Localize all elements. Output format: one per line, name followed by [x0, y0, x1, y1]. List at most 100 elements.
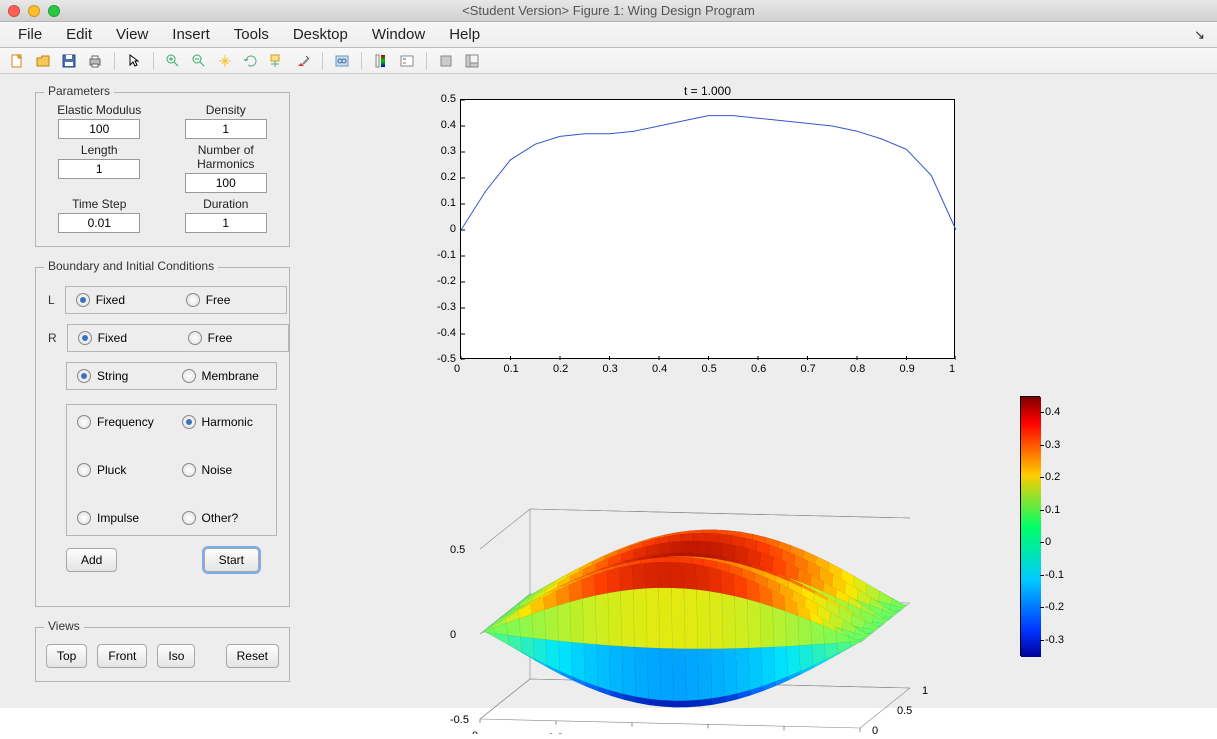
start-button[interactable]: Start — [204, 548, 259, 572]
zoom-in-icon[interactable] — [162, 51, 184, 71]
ytick: 0.3 — [430, 145, 456, 157]
plot-time-title: t = 1.000 — [460, 84, 955, 98]
workspace: Parameters Elastic Modulus Density Lengt… — [0, 74, 1217, 708]
right-free-option[interactable]: Free — [188, 331, 278, 345]
zoom-out-icon[interactable] — [188, 51, 210, 71]
svg-text:0: 0 — [872, 725, 878, 734]
duration-input[interactable] — [185, 213, 267, 233]
frequency-option[interactable]: Frequency — [77, 415, 162, 429]
add-button[interactable]: Add — [66, 548, 117, 572]
new-file-icon[interactable] — [6, 51, 28, 71]
xtick: 0.8 — [850, 363, 865, 375]
colorbar-tick: 0.4 — [1045, 406, 1060, 418]
right-boundary-group: Fixed Free — [67, 324, 289, 352]
line-plot-svg — [461, 100, 956, 360]
close-icon[interactable] — [8, 5, 20, 17]
colorbar-tick: 0.2 — [1045, 471, 1060, 483]
top-button[interactable]: Top — [46, 644, 87, 668]
svg-text:0.5: 0.5 — [450, 544, 465, 556]
parameters-panel: Parameters Elastic Modulus Density Lengt… — [35, 92, 290, 247]
line-plot — [460, 99, 955, 359]
left-boundary-group: Fixed Free — [65, 286, 287, 314]
type-group: String Membrane — [66, 362, 277, 390]
menu-tools[interactable]: Tools — [222, 24, 281, 45]
length-input[interactable] — [58, 159, 140, 179]
svg-text:0.5: 0.5 — [897, 705, 912, 717]
other-option[interactable]: Other? — [182, 511, 267, 525]
colorbar-tick: -0.3 — [1045, 634, 1064, 646]
colorbar-tick: 0.3 — [1045, 439, 1060, 451]
ytick: 0 — [430, 223, 456, 235]
window-title: <Student Version> Figure 1: Wing Design … — [462, 3, 755, 18]
data-cursor-icon[interactable] — [266, 51, 288, 71]
timestep-label: Time Step — [44, 197, 154, 211]
harmonics-label: Number of Harmonics — [171, 143, 281, 171]
harmonics-input[interactable] — [185, 173, 267, 193]
menu-insert[interactable]: Insert — [160, 24, 222, 45]
pan-icon[interactable] — [214, 51, 236, 71]
link-icon[interactable] — [331, 51, 353, 71]
reset-button[interactable]: Reset — [226, 644, 279, 668]
ytick: -0.2 — [430, 275, 456, 287]
elastic-modulus-input[interactable] — [58, 119, 140, 139]
membrane-option[interactable]: Membrane — [182, 369, 267, 383]
bic-title: Boundary and Initial Conditions — [44, 259, 218, 273]
right-fixed-option[interactable]: Fixed — [78, 331, 168, 345]
bic-panel: Boundary and Initial Conditions L Fixed … — [35, 267, 290, 607]
timestep-input[interactable] — [58, 213, 140, 233]
menu-edit[interactable]: Edit — [54, 24, 104, 45]
menu-view[interactable]: View — [104, 24, 160, 45]
menu-help[interactable]: Help — [437, 24, 492, 45]
colorbar-tick: -0.2 — [1045, 601, 1064, 613]
surface-plot-svg: 0.50-0.510.80.60.40.2000.51 — [420, 404, 1020, 734]
xtick: 0.1 — [504, 363, 519, 375]
left-boundary-label: L — [48, 293, 55, 307]
density-input[interactable] — [185, 119, 267, 139]
views-panel: Views Top Front Iso Reset — [35, 627, 290, 682]
insert-legend-icon[interactable] — [396, 51, 418, 71]
surface-plot: 0.50-0.510.80.60.40.2000.51 — [420, 404, 1020, 734]
iso-button[interactable]: Iso — [157, 644, 195, 668]
insert-colorbar-icon[interactable] — [370, 51, 392, 71]
open-file-icon[interactable] — [32, 51, 54, 71]
menu-window[interactable]: Window — [360, 24, 437, 45]
ytick: -0.3 — [430, 301, 456, 313]
ic-group: Frequency Harmonic Pluck Noise Impulse O… — [66, 404, 277, 536]
hide-plot-tools-icon[interactable] — [435, 51, 457, 71]
pluck-option[interactable]: Pluck — [77, 463, 162, 477]
colorbar-tick: 0.1 — [1045, 504, 1060, 516]
menu-desktop[interactable]: Desktop — [281, 24, 360, 45]
views-title: Views — [44, 619, 84, 633]
xtick: 0.5 — [702, 363, 717, 375]
harmonic-option[interactable]: Harmonic — [182, 415, 267, 429]
show-plot-tools-icon[interactable] — [461, 51, 483, 71]
colorbar-tick: -0.1 — [1045, 569, 1064, 581]
left-free-option[interactable]: Free — [186, 293, 276, 307]
impulse-option[interactable]: Impulse — [77, 511, 162, 525]
minimize-icon[interactable] — [28, 5, 40, 17]
ytick: -0.4 — [430, 327, 456, 339]
rotate-icon[interactable] — [240, 51, 262, 71]
maximize-icon[interactable] — [48, 5, 60, 17]
colorbar-tick: 0 — [1045, 536, 1051, 548]
svg-text:-0.5: -0.5 — [450, 714, 469, 726]
menu-corner-icon[interactable]: ↘ — [1194, 27, 1211, 43]
string-option[interactable]: String — [77, 369, 162, 383]
noise-option[interactable]: Noise — [182, 463, 267, 477]
save-icon[interactable] — [58, 51, 80, 71]
left-fixed-option[interactable]: Fixed — [76, 293, 166, 307]
window-controls — [8, 5, 60, 17]
ytick: 0.1 — [430, 197, 456, 209]
print-icon[interactable] — [84, 51, 106, 71]
density-label: Density — [171, 103, 281, 117]
brush-icon[interactable] — [292, 51, 314, 71]
right-boundary-label: R — [48, 331, 57, 345]
svg-text:1: 1 — [922, 685, 928, 697]
ytick: -0.5 — [430, 353, 456, 365]
front-button[interactable]: Front — [97, 644, 147, 668]
svg-text:0: 0 — [472, 730, 478, 734]
xtick: 0.7 — [801, 363, 816, 375]
menu-file[interactable]: File — [6, 24, 54, 45]
length-label: Length — [44, 143, 154, 157]
pointer-icon[interactable] — [123, 51, 145, 71]
